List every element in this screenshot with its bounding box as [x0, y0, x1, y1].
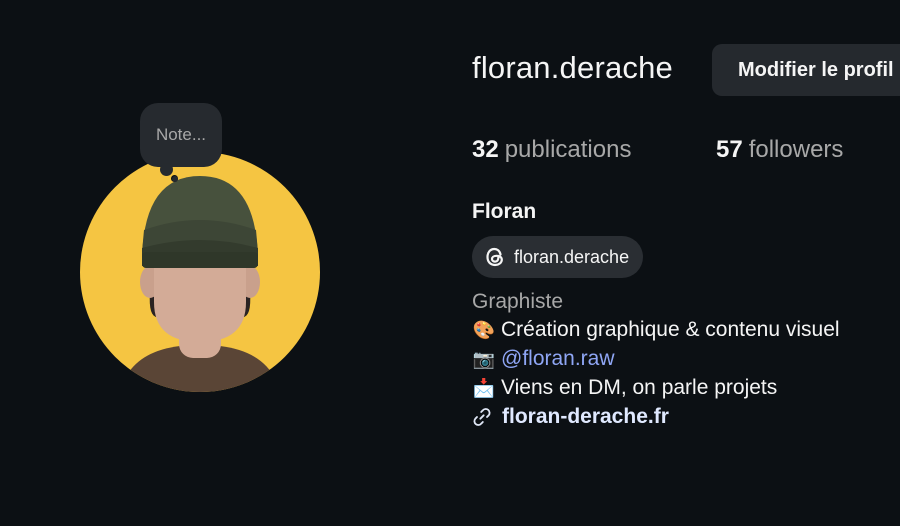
profile-page: Note... floran.derache Modifier le profi…: [0, 0, 900, 526]
camera-emoji-icon: 📷: [472, 348, 496, 369]
display-name: Floran: [472, 200, 537, 223]
website-link[interactable]: floran-derache.fr: [472, 405, 669, 429]
bio-line-creation: 🎨 Création graphique & contenu visuel: [472, 318, 840, 342]
website-url: floran-derache.fr: [502, 405, 669, 428]
profile-avatar[interactable]: [80, 152, 320, 392]
profile-username: floran.derache: [472, 50, 673, 85]
edit-profile-button[interactable]: Modifier le profil: [712, 44, 900, 96]
posts-count: 32: [472, 136, 499, 163]
link-icon: [472, 407, 492, 427]
note-bubble-tail-large: [160, 163, 173, 176]
posts-label: publications: [504, 136, 632, 163]
bio-line-text: Création graphique & contenu visuel: [501, 318, 840, 341]
profile-category: Graphiste: [472, 290, 564, 313]
bio-line-text: Viens en DM, on parle projets: [501, 376, 778, 399]
posts-stat: 32 publications: [472, 136, 631, 164]
note-placeholder: Note...: [155, 125, 207, 144]
note-bubble-tail-small: [171, 175, 178, 182]
bio-line-mention: 📷 @floran.raw: [472, 347, 615, 371]
mention-link[interactable]: @floran.raw: [501, 347, 615, 371]
note-bubble[interactable]: Note...: [140, 103, 222, 167]
inbox-tray-emoji-icon: 📩: [472, 377, 496, 398]
bio-line-dm: 📩 Viens en DM, on parle projets: [472, 376, 777, 400]
threads-handle: floran.derache: [514, 246, 630, 267]
followers-label: followers: [748, 136, 844, 163]
followers-count: 57: [716, 136, 743, 163]
threads-icon: [482, 244, 508, 270]
palette-emoji-icon: 🎨: [472, 319, 496, 340]
threads-badge[interactable]: floran.derache: [472, 236, 644, 278]
followers-stat[interactable]: 57 followers: [716, 136, 843, 164]
